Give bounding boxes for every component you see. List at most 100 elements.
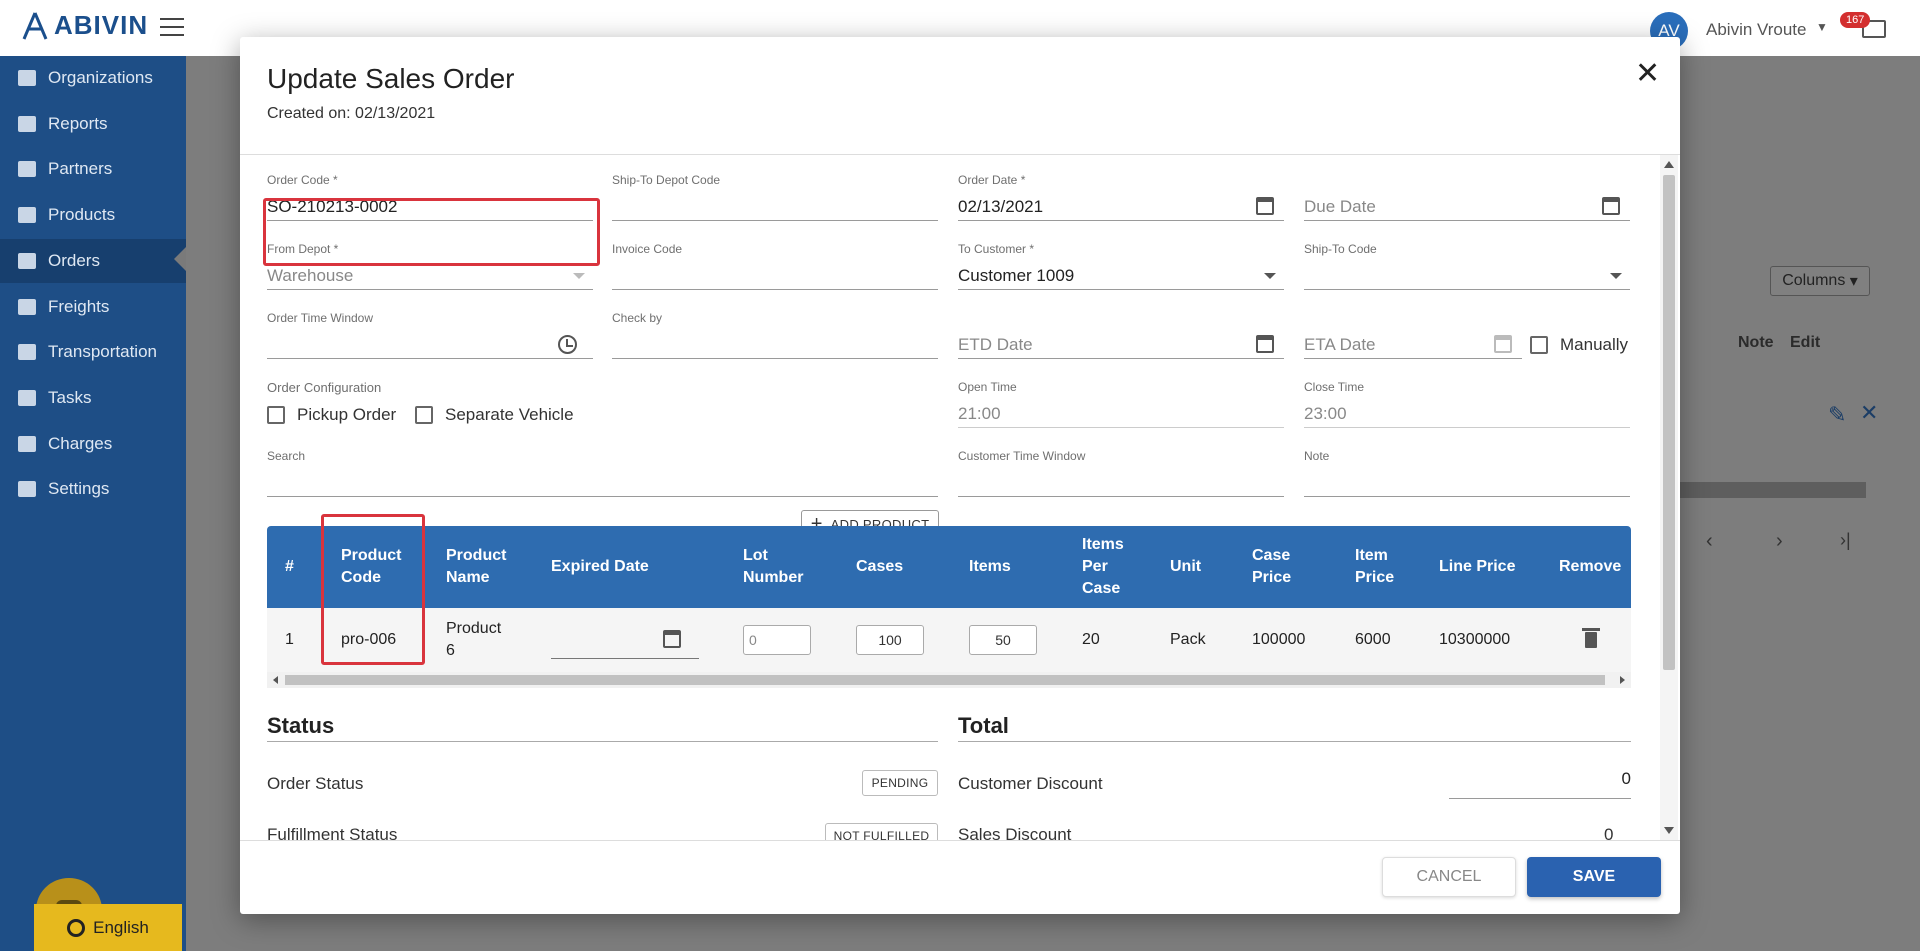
edit-icon[interactable]: ✎ <box>1828 402 1846 428</box>
scroll-thumb[interactable] <box>285 675 1605 685</box>
fulfillment-status-badge: NOT FULFILLED <box>825 823 938 840</box>
close-icon[interactable]: ✕ <box>1635 59 1660 89</box>
globe-icon <box>67 918 86 937</box>
columns-button[interactable]: Columns ▾ <box>1770 266 1870 296</box>
fulfillment-status-label: Fulfillment Status <box>267 825 398 840</box>
separate-vehicle-checkbox[interactable]: Separate Vehicle <box>415 405 574 425</box>
logo-text: ABIVIN <box>54 10 149 40</box>
user-name[interactable]: Abivin Vroute <box>1706 20 1806 40</box>
sidebar-item-transportation[interactable]: Transportation <box>0 330 186 374</box>
status-divider <box>267 741 938 742</box>
cell-item-price: 6000 <box>1355 631 1391 648</box>
cell-items-per-case: 20 <box>1082 631 1100 648</box>
order-configuration-label: Order Configuration <box>267 380 382 395</box>
header-items-per-case: Items Per Case <box>1082 536 1124 597</box>
bar-chart-icon <box>18 116 36 132</box>
lot-number-input[interactable]: 0 <box>743 608 811 672</box>
close-icon[interactable]: ✕ <box>1860 400 1878 426</box>
from-depot-select[interactable]: From Depot * Warehouse <box>267 242 593 290</box>
gear-icon <box>18 481 36 497</box>
active-indicator <box>174 247 186 271</box>
items-input[interactable]: 50 <box>969 608 1037 672</box>
checkbox-icon <box>415 406 433 424</box>
hand-coin-icon <box>18 436 36 452</box>
users-icon <box>18 161 36 177</box>
calendar-icon[interactable] <box>1602 197 1620 215</box>
calendar-icon <box>18 390 36 406</box>
product-code-highlight <box>321 514 425 665</box>
sidebar-item-orders[interactable]: Orders <box>0 239 186 283</box>
status-title: Status <box>267 713 335 738</box>
calendar-icon[interactable] <box>663 630 681 648</box>
customer-discount-input[interactable]: 0 <box>1449 769 1631 799</box>
sidebar-item-charges[interactable]: Charges <box>0 422 186 466</box>
update-sales-order-dialog: Update Sales Order Created on: 02/13/202… <box>240 37 1680 914</box>
calendar-icon <box>1494 335 1512 353</box>
expired-date-input[interactable] <box>551 608 699 672</box>
header-cases: Cases <box>856 558 904 575</box>
last-page-icon[interactable]: ›| <box>1840 530 1851 551</box>
sales-discount-label: Sales Discount <box>958 825 1072 840</box>
scroll-left-icon[interactable] <box>273 676 278 684</box>
to-customer-select[interactable]: To Customer * Customer 1009 <box>958 242 1284 290</box>
chevron-left-icon[interactable]: ‹ <box>1706 530 1713 553</box>
order-date-field[interactable]: Order Date * 02/13/2021 <box>958 173 1284 221</box>
cell-unit: Pack <box>1170 631 1206 648</box>
invoice-code-field[interactable]: Invoice Code <box>612 242 938 290</box>
sidebar-item-organizations[interactable]: Organizations <box>0 56 186 100</box>
sales-discount-value: 0 <box>1604 825 1614 840</box>
boxes-icon <box>18 207 36 223</box>
menu-toggle-icon[interactable] <box>160 18 184 36</box>
table-horizontal-scrollbar[interactable] <box>267 672 1631 688</box>
cases-input[interactable]: 100 <box>856 608 924 672</box>
calendar-icon[interactable] <box>1256 335 1274 353</box>
cell-number: 1 <box>285 631 294 648</box>
header-number: # <box>285 558 294 575</box>
manually-checkbox[interactable]: Manually <box>1530 335 1628 355</box>
note-field[interactable]: Note <box>1304 449 1630 497</box>
scroll-up-icon[interactable] <box>1664 161 1674 168</box>
ship-to-depot-code-field[interactable]: Ship-To Depot Code <box>612 173 938 221</box>
search-input[interactable]: Search <box>267 449 938 497</box>
customer-time-window-field[interactable]: Customer Time Window <box>958 449 1284 497</box>
order-status-badge: PENDING <box>862 770 938 796</box>
sidebar-item-reports[interactable]: Reports <box>0 102 186 146</box>
sidebar-item-partners[interactable]: Partners <box>0 147 186 191</box>
chevron-right-icon[interactable]: › <box>1776 530 1783 553</box>
open-time-field: Open Time 21:00 <box>958 380 1284 428</box>
save-button[interactable]: SAVE <box>1527 857 1661 897</box>
header-line-price: Line Price <box>1439 558 1516 575</box>
eta-date-field[interactable]: ETA Date <box>1304 311 1522 359</box>
chevron-down-icon[interactable]: ▼ <box>1816 20 1828 34</box>
calendar-icon[interactable] <box>1256 197 1274 215</box>
pickup-order-checkbox[interactable]: Pickup Order <box>267 405 396 425</box>
cell-case-price: 100000 <box>1252 631 1306 648</box>
language-button[interactable]: English <box>34 904 182 951</box>
order-status-label: Order Status <box>267 774 364 793</box>
scroll-right-icon[interactable] <box>1620 676 1625 684</box>
clock-icon[interactable] <box>558 335 577 354</box>
dialog-vertical-scrollbar[interactable] <box>1660 155 1678 840</box>
remove-row-button[interactable] <box>1582 608 1600 672</box>
header-expired-date: Expired Date <box>551 558 649 575</box>
header-item-price: Item Price <box>1355 547 1395 586</box>
order-time-window-field[interactable]: Order Time Window <box>267 311 593 359</box>
ship-to-code-select[interactable]: Ship-To Code <box>1304 242 1630 290</box>
background-scrollbar[interactable] <box>1680 482 1866 498</box>
check-by-field[interactable]: Check by <box>612 311 938 359</box>
scroll-thumb[interactable] <box>1663 175 1675 670</box>
column-header-note: Note <box>1738 334 1774 351</box>
sidebar-item-products[interactable]: Products <box>0 193 186 237</box>
scroll-down-icon[interactable] <box>1664 827 1674 834</box>
header-unit: Unit <box>1170 558 1202 575</box>
clipped-rows: Fulfillment Status NOT FULFILLED Sales D… <box>240 821 1660 840</box>
sidebar-item-freights[interactable]: Freights <box>0 285 186 329</box>
sidebar-item-tasks[interactable]: Tasks <box>0 376 186 420</box>
due-date-field[interactable]: Due Date <box>1304 173 1630 221</box>
sidebar-item-settings[interactable]: Settings <box>0 467 186 511</box>
etd-date-field[interactable]: ETD Date <box>958 311 1284 359</box>
app-logo[interactable]: ABIVIN <box>22 10 148 41</box>
cancel-button[interactable]: CANCEL <box>1382 857 1516 897</box>
header-product-name: Product Name <box>446 547 507 586</box>
truck-icon <box>18 299 36 315</box>
